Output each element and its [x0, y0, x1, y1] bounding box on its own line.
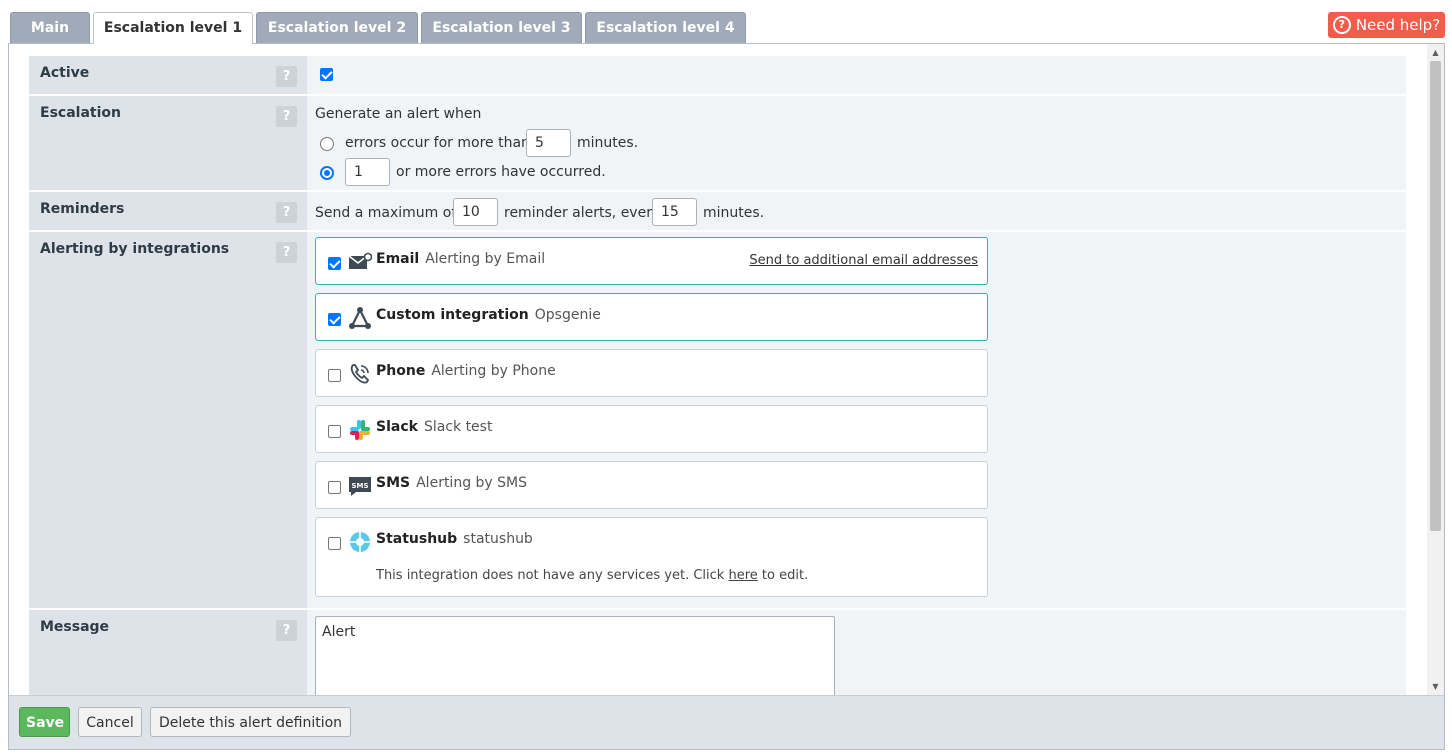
phone-desc: Alerting by Phone	[431, 363, 556, 379]
sms-icon: SMS	[349, 477, 371, 496]
integration-email[interactable]: Email Alerting by Email Send to additiona…	[315, 237, 988, 285]
integration-custom[interactable]: Custom integration Opsgenie	[315, 293, 988, 341]
slack-desc: Slack test	[423, 419, 493, 435]
row-escalation: Escalation ? Generate an alert when erro…	[29, 96, 1406, 192]
tab-escalation-level-3[interactable]: Escalation level 3	[421, 12, 582, 43]
slack-icon	[350, 420, 370, 440]
active-checkbox[interactable]	[320, 68, 333, 81]
integrations-label-text: Alerting by integrations	[40, 241, 230, 257]
active-label: Active ?	[29, 56, 307, 94]
reminders-prefix: Send a maximum of	[315, 205, 457, 221]
sms-name: SMS Alerting by SMS	[376, 475, 528, 491]
reminders-suffix: minutes.	[703, 205, 765, 221]
integrations-label: Alerting by integrations ?	[29, 232, 307, 608]
email-checkbox[interactable]	[328, 257, 341, 270]
integration-sms[interactable]: SMS SMS Alerting by SMS	[315, 461, 988, 509]
statushub-note: This integration does not have any servi…	[376, 568, 809, 583]
custom-integration-desc: Opsgenie	[534, 307, 601, 323]
reminders-label-text: Reminders	[40, 201, 125, 217]
option1-prefix: errors occur for more than	[345, 135, 530, 151]
reminder-interval-input[interactable]: 15	[652, 198, 697, 226]
email-desc: Alerting by Email	[425, 251, 546, 267]
form-footer: Save Cancel Delete this alert definition	[9, 695, 1444, 749]
phone-icon	[350, 364, 370, 384]
sms-checkbox[interactable]	[328, 481, 341, 494]
reminders-value: Send a maximum of 10 reminder alerts, ev…	[307, 192, 1406, 230]
tab-escalation-level-2[interactable]: Escalation level 2	[256, 12, 418, 43]
email-name: Email Alerting by Email	[376, 251, 546, 267]
option2-suffix: or more errors have occurred.	[396, 164, 606, 180]
tab-escalation-level-4[interactable]: Escalation level 4	[585, 12, 746, 43]
message-label-text: Message	[40, 619, 110, 635]
row-reminders: Reminders ? Send a maximum of 10 reminde…	[29, 192, 1406, 232]
error-count-input[interactable]: 1	[345, 158, 390, 186]
row-active: Active ?	[29, 56, 1406, 96]
help-question-icon[interactable]: ?	[276, 242, 297, 263]
row-integrations: Alerting by integrations ? Email Alerting…	[29, 232, 1406, 610]
escalation-label-text: Escalation	[40, 105, 121, 121]
scroll-thumb[interactable]	[1430, 61, 1441, 531]
cancel-button[interactable]: Cancel	[78, 707, 142, 737]
integration-statushub[interactable]: Statushub statushub This integration does…	[315, 517, 988, 597]
slack-checkbox[interactable]	[328, 425, 341, 438]
integration-slack[interactable]: Slack Slack test	[315, 405, 988, 453]
svg-text:SMS: SMS	[351, 482, 368, 490]
delete-alert-button[interactable]: Delete this alert definition	[150, 707, 351, 737]
sms-desc: Alerting by SMS	[416, 475, 528, 491]
custom-integration-name: Custom integration Opsgenie	[376, 307, 601, 323]
phone-name: Phone Alerting by Phone	[376, 363, 556, 379]
phone-checkbox[interactable]	[328, 369, 341, 382]
save-button[interactable]: Save	[19, 707, 70, 737]
escalation-panel: Active ? Escalation ? Generate an alert …	[8, 43, 1445, 750]
escalation-label: Escalation ?	[29, 96, 307, 190]
statushub-name: Statushub statushub	[376, 531, 533, 547]
escalation-intro: Generate an alert when	[315, 106, 482, 122]
reminders-label: Reminders ?	[29, 192, 307, 230]
statushub-desc: statushub	[463, 531, 533, 547]
help-icon: ?	[1332, 16, 1351, 34]
escalation-value: Generate an alert when errors occur for …	[307, 96, 1406, 190]
help-question-icon[interactable]: ?	[276, 620, 297, 641]
help-question-icon[interactable]: ?	[276, 66, 297, 87]
email-icon	[348, 252, 372, 269]
statushub-edit-link[interactable]: here	[728, 568, 757, 583]
active-value	[307, 56, 1406, 94]
errors-duration-radio[interactable]	[320, 137, 334, 151]
additional-email-link[interactable]: Send to additional email addresses	[749, 253, 978, 268]
need-help-label: Need help?	[1355, 16, 1441, 34]
error-count-radio[interactable]	[320, 166, 334, 180]
active-label-text: Active	[40, 65, 90, 81]
scroll-up-icon[interactable]: ▲	[1427, 44, 1444, 61]
integrations-value: Email Alerting by Email Send to additiona…	[307, 232, 1406, 608]
statushub-checkbox[interactable]	[328, 537, 341, 550]
minutes-input[interactable]: 5	[526, 129, 571, 157]
need-help-button[interactable]: ? Need help?	[1328, 12, 1445, 38]
slack-name: Slack Slack test	[376, 419, 493, 435]
scroll-down-icon[interactable]: ▼	[1427, 678, 1444, 695]
option1-suffix: minutes.	[577, 135, 639, 151]
reminder-count-input[interactable]: 10	[453, 198, 498, 226]
vertical-scrollbar[interactable]: ▲ ▼	[1427, 44, 1444, 695]
statushub-icon	[350, 532, 370, 552]
custom-integration-icon	[349, 307, 371, 329]
tab-escalation-level-1[interactable]: Escalation level 1	[93, 12, 253, 44]
help-question-icon[interactable]: ?	[276, 106, 297, 127]
custom-integration-checkbox[interactable]	[328, 313, 341, 326]
help-question-icon[interactable]: ?	[276, 202, 297, 223]
integration-phone[interactable]: Phone Alerting by Phone	[315, 349, 988, 397]
tab-main[interactable]: Main	[10, 12, 90, 43]
reminders-middle: reminder alerts, every	[504, 205, 661, 221]
